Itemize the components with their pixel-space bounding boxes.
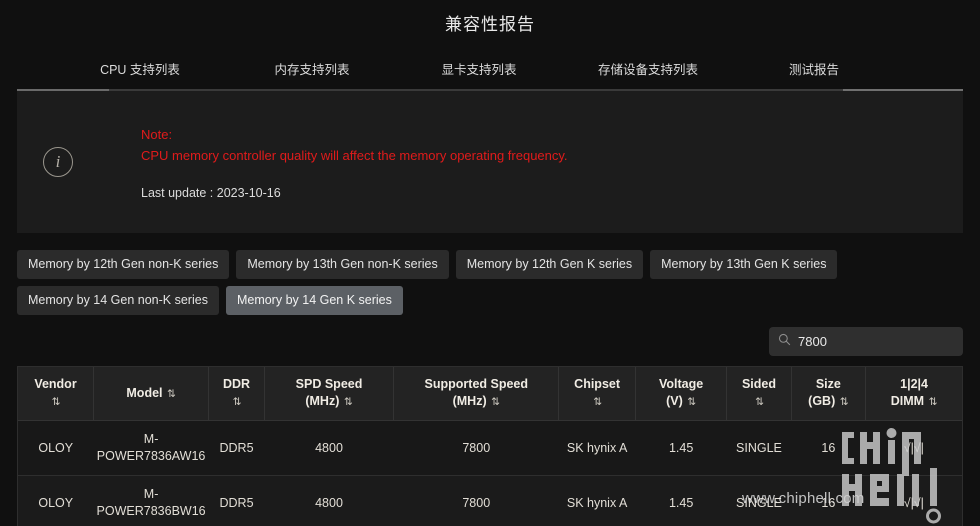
sort-icon-model[interactable]: ⇅ <box>166 388 176 400</box>
col-unit-voltage: (V) <box>666 394 683 408</box>
tab-gpu-support-list[interactable]: 显卡支持列表 <box>396 57 562 80</box>
col-unit-spd-speed: (MHz) <box>305 394 340 408</box>
col-header-ddr[interactable]: DDR ⇅ <box>208 367 265 421</box>
cell-ddr: DDR5 <box>208 420 265 476</box>
col-header-voltage[interactable]: Voltage (V) ⇅ <box>635 367 728 421</box>
search-input[interactable] <box>798 334 954 349</box>
sort-icon-size[interactable]: ⇅ <box>839 396 849 408</box>
sort-icon-ddr[interactable]: ⇅ <box>232 396 242 408</box>
col-header-vendor[interactable]: Vendor ⇅ <box>18 367 95 421</box>
col-header-chipset[interactable]: Chipset ⇅ <box>558 367 636 421</box>
search-box[interactable] <box>769 327 963 356</box>
filter-chip-14-gen-non-k[interactable]: Memory by 14 Gen non-K series <box>17 286 219 315</box>
filter-chip-13th-gen-k[interactable]: Memory by 13th Gen K series <box>650 250 838 279</box>
sort-icon-chipset[interactable]: ⇅ <box>592 396 602 408</box>
cell-model: M-POWER7836AW16 <box>93 420 209 476</box>
tab-memory-support-list[interactable]: 内存支持列表 <box>228 57 396 80</box>
info-icon: i <box>43 146 73 177</box>
filter-chip-12th-gen-non-k[interactable]: Memory by 12th Gen non-K series <box>17 250 230 279</box>
col-header-dimm[interactable]: 1|2|4 DIMM ⇅ <box>865 367 962 421</box>
col-unit-size: (GB) <box>808 394 836 408</box>
table-row[interactable]: OLOY M-POWER7836BW16 DDR5 4800 7800 SK h… <box>18 475 962 526</box>
last-update-label: Last update : 2023-10-16 <box>141 185 281 200</box>
table-body: OLOY M-POWER7836AW16 DDR5 4800 7800 SK h… <box>18 420 962 526</box>
cell-supported-speed: 7800 <box>393 420 559 476</box>
col-label-chipset: Chipset <box>574 377 621 391</box>
note-title: Note: <box>141 126 173 142</box>
cell-sided: SINGLE <box>726 475 792 526</box>
col-unit-supported-speed: (MHz) <box>452 394 487 408</box>
filter-chip-group: Memory by 12th Gen non-K series Memory b… <box>17 250 963 315</box>
sort-icon-supported-speed[interactable]: ⇅ <box>490 396 500 408</box>
cell-vendor: OLOY <box>18 420 94 476</box>
table-header-row: Vendor ⇅ Model ⇅ DDR ⇅ SPD Speed (MHz) ⇅… <box>18 367 962 421</box>
tab-cpu-support-list[interactable]: CPU 支持列表 <box>52 57 228 80</box>
col-label-size: Size <box>815 377 841 391</box>
col-label-ddr: DDR <box>222 377 251 391</box>
tab-storage-support-list[interactable]: 存储设备支持列表 <box>562 57 734 80</box>
compatibility-report-page: 兼容性报告 CPU 支持列表 内存支持列表 显卡支持列表 存储设备支持列表 测试… <box>0 0 980 526</box>
sort-icon-voltage[interactable]: ⇅ <box>686 396 696 408</box>
col-label-dimm: DIMM <box>890 394 925 408</box>
col-header-supported-speed[interactable]: Supported Speed (MHz) ⇅ <box>393 367 560 421</box>
table-row[interactable]: OLOY M-POWER7836AW16 DDR5 4800 7800 SK h… <box>18 420 962 476</box>
sort-icon-dimm[interactable]: ⇅ <box>928 396 938 408</box>
cell-voltage: 1.45 <box>635 420 727 476</box>
cell-spd-speed: 4800 <box>264 475 394 526</box>
cell-ddr: DDR5 <box>208 475 265 526</box>
tab-bar: CPU 支持列表 内存支持列表 显卡支持列表 存储设备支持列表 测试报告 <box>0 57 980 91</box>
col-label-model: Model <box>126 385 163 400</box>
tab-test-report[interactable]: 测试报告 <box>734 57 894 80</box>
col-label-sided: Sided <box>741 377 776 391</box>
filter-chip-14-gen-k[interactable]: Memory by 14 Gen K series <box>225 286 403 315</box>
info-icon-glyph: i <box>55 151 61 171</box>
note-text: CPU memory controller quality will affec… <box>141 147 568 163</box>
filter-chip-13th-gen-non-k[interactable]: Memory by 13th Gen non-K series <box>236 250 449 279</box>
cell-vendor: OLOY <box>18 475 94 526</box>
note-panel: i Note: CPU memory controller quality wi… <box>17 90 963 233</box>
tab-underline <box>17 89 963 91</box>
col-header-model[interactable]: Model ⇅ <box>93 367 210 421</box>
note-body: Note: CPU memory controller quality will… <box>141 124 568 200</box>
compatibility-table: Vendor ⇅ Model ⇅ DDR ⇅ SPD Speed (MHz) ⇅… <box>18 367 962 526</box>
search-row <box>17 327 963 356</box>
col-label-spd-speed: SPD Speed <box>295 377 363 391</box>
col-header-sided[interactable]: Sided ⇅ <box>726 367 792 421</box>
page-title: 兼容性报告 <box>445 15 535 34</box>
cell-size: 16 <box>791 420 866 476</box>
cell-supported-speed: 7800 <box>393 475 559 526</box>
cell-model: M-POWER7836BW16 <box>93 475 209 526</box>
cell-chipset: SK hynix A <box>558 420 636 476</box>
cell-sided: SINGLE <box>726 420 792 476</box>
sort-icon-sided[interactable]: ⇅ <box>754 396 764 408</box>
filter-chip-12th-gen-k[interactable]: Memory by 12th Gen K series <box>455 250 644 279</box>
col-label-dimm-count: 1|2|4 <box>900 377 928 391</box>
compatibility-table-wrapper: Vendor ⇅ Model ⇅ DDR ⇅ SPD Speed (MHz) ⇅… <box>17 366 963 526</box>
col-header-spd-speed[interactable]: SPD Speed (MHz) ⇅ <box>264 367 395 421</box>
sort-icon-vendor[interactable]: ⇅ <box>51 396 61 408</box>
cell-dimm: √|√| <box>865 475 962 526</box>
cell-chipset: SK hynix A <box>558 475 636 526</box>
sort-icon-spd-speed[interactable]: ⇅ <box>343 396 353 408</box>
search-icon <box>778 333 791 351</box>
cell-voltage: 1.45 <box>635 475 727 526</box>
col-label-voltage: Voltage <box>658 377 704 391</box>
col-label-supported-speed: Supported Speed <box>424 377 529 391</box>
cell-size: 16 <box>791 475 866 526</box>
col-header-size[interactable]: Size (GB) ⇅ <box>791 367 867 421</box>
cell-dimm: √|√| <box>865 420 962 476</box>
cell-spd-speed: 4800 <box>264 420 394 476</box>
col-label-vendor: Vendor <box>34 377 77 391</box>
